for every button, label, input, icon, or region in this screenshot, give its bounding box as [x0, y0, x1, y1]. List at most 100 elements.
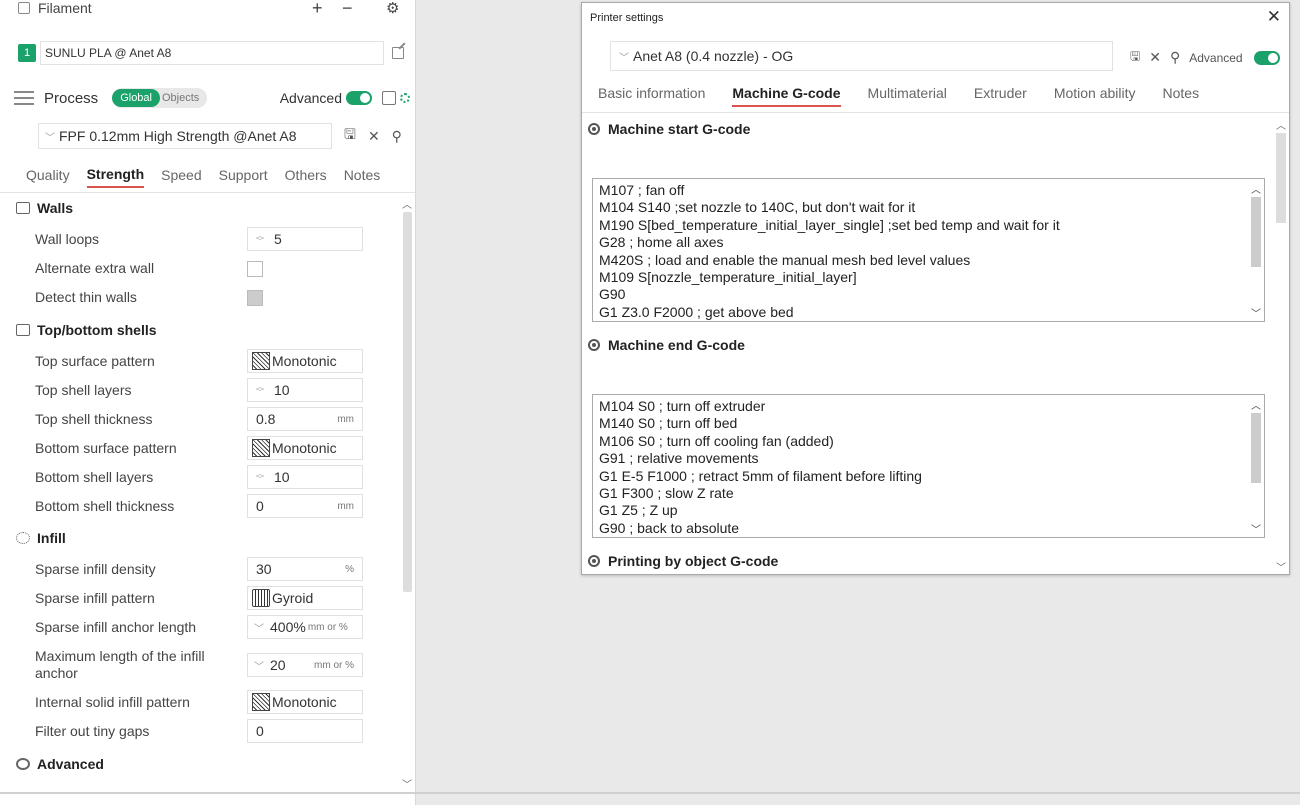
detect-thin-walls-checkbox[interactable]: [247, 290, 263, 306]
unit-label: %: [345, 563, 354, 575]
close-icon[interactable]: ✕: [368, 128, 380, 145]
filter-tiny-gaps-input[interactable]: 0: [247, 719, 363, 743]
top-shell-layers-input[interactable]: ︿ ﹀ 10: [247, 378, 363, 402]
chevron-down-icon[interactable]: ﹀: [254, 658, 264, 673]
process-preset-row: ﹀ FPF 0.12mm High Strength @Anet A8 🖫 ✕ …: [38, 123, 410, 149]
code-line: G1 Z5 ; Z up: [599, 502, 678, 519]
printer-preset-name: Anet A8 (0.4 nozzle) - OG: [633, 48, 794, 64]
unit-label: mm or %: [314, 659, 354, 671]
gear-icon: [16, 758, 30, 770]
bottom-surface-pattern-select[interactable]: Monotonic: [247, 436, 363, 460]
scroll-thumb[interactable]: [1251, 413, 1261, 483]
global-option[interactable]: Global: [112, 89, 160, 107]
remove-filament-button[interactable]: −: [342, 0, 353, 19]
tab-notes[interactable]: Notes: [1163, 85, 1200, 107]
scroll-thumb[interactable]: [1276, 133, 1286, 223]
objects-option[interactable]: Objects: [160, 89, 207, 107]
top-shell-thickness-label: Top shell thickness: [35, 411, 153, 427]
list-view-icon[interactable]: [382, 91, 396, 105]
code-line: G91 ; relative movements: [599, 450, 759, 467]
top-shell-thickness-input[interactable]: 0.8 mm: [247, 407, 363, 431]
scroll-down-icon[interactable]: ﹀: [1251, 521, 1261, 536]
tab-strength[interactable]: Strength: [86, 166, 145, 188]
start-gcode-editor[interactable]: M107 ; fan off M104 S140 ;set nozzle to …: [592, 178, 1265, 322]
process-tabs: Quality Strength Speed Support Others No…: [26, 166, 397, 188]
code-line: G90: [599, 286, 626, 303]
bottom-shell-thickness-value: 0: [256, 498, 264, 514]
tab-motion-ability[interactable]: Motion ability: [1054, 85, 1136, 107]
gear-icon[interactable]: ⚙: [386, 0, 399, 17]
max-infill-anchor-combo[interactable]: ﹀ 20 mm or %: [247, 653, 363, 677]
tab-machine-gcode[interactable]: Machine G-code: [732, 85, 841, 107]
spinner-icon[interactable]: ︿ ﹀: [254, 232, 266, 246]
scroll-down-icon[interactable]: ﹀: [402, 776, 412, 791]
search-icon[interactable]: ⚲: [392, 128, 402, 145]
editor-scrollbar[interactable]: ︿ ﹀: [1248, 179, 1264, 321]
scroll-up-icon[interactable]: ︿: [402, 196, 412, 211]
advanced-toggle[interactable]: [1253, 50, 1280, 65]
scroll-up-icon[interactable]: ︿: [1251, 181, 1261, 196]
section-advanced-title: Advanced: [37, 756, 104, 772]
printer-settings-dialog: Printer settings ✕ ﹀ Anet A8 (0.4 nozzle…: [581, 2, 1290, 575]
sparse-infill-density-input[interactable]: 30 %: [247, 557, 363, 581]
close-icon[interactable]: ✕: [1149, 49, 1161, 66]
code-line: G1 Z3.0 F2000 ; get above bed: [599, 303, 794, 320]
global-objects-switch[interactable]: Global Objects: [112, 88, 208, 108]
code-line: M106 S0 ; turn off cooling fan (added): [599, 432, 834, 449]
wall-loops-value: 5: [274, 231, 282, 247]
bottom-shell-thickness-input[interactable]: 0 mm: [247, 494, 363, 518]
chevron-down-icon: ﹀: [45, 132, 55, 144]
scroll-down-icon[interactable]: ﹀: [1251, 305, 1261, 320]
filter-tiny-gaps-value: 0: [256, 723, 264, 739]
scroll-thumb[interactable]: [1251, 197, 1261, 267]
search-icon[interactable]: ⚲: [1170, 49, 1180, 66]
process-preset-select[interactable]: ﹀ FPF 0.12mm High Strength @Anet A8: [38, 123, 332, 149]
start-gcode-lines: M107 ; fan off M104 S140 ;set nozzle to …: [599, 182, 1060, 321]
tab-basic-information[interactable]: Basic information: [598, 85, 705, 107]
dialog-scrollbar[interactable]: ︿ ﹀: [1273, 115, 1289, 575]
internal-solid-infill-pattern-select[interactable]: Monotonic: [247, 690, 363, 714]
tab-multimaterial[interactable]: Multimaterial: [868, 85, 947, 107]
sparse-infill-pattern-value: Gyroid: [272, 590, 314, 606]
compare-icon[interactable]: [400, 93, 410, 103]
tabs-divider: [582, 112, 1289, 113]
close-icon[interactable]: ✕: [1267, 7, 1281, 27]
spinner-icon[interactable]: ︿ ﹀: [254, 470, 266, 484]
printer-preset-select[interactable]: ﹀ Anet A8 (0.4 nozzle) - OG: [610, 41, 1113, 71]
sparse-infill-pattern-select[interactable]: Gyroid: [247, 586, 363, 610]
editor-scrollbar[interactable]: ︿ ﹀: [1248, 395, 1264, 537]
tab-extruder[interactable]: Extruder: [974, 85, 1027, 107]
section-advanced: Advanced: [16, 756, 104, 772]
wall-loops-input[interactable]: ︿ ﹀ 5: [247, 227, 363, 251]
scroll-up-icon[interactable]: ︿: [1251, 397, 1261, 412]
save-icon[interactable]: 🖫: [1130, 47, 1140, 68]
tab-support[interactable]: Support: [219, 167, 268, 187]
chevron-down-icon[interactable]: ﹀: [254, 620, 264, 635]
spool-icon: [18, 2, 30, 14]
top-surface-pattern-select[interactable]: Monotonic: [247, 349, 363, 373]
sparse-infill-anchor-combo[interactable]: ﹀ 400% mm or %: [247, 615, 363, 639]
add-filament-button[interactable]: +: [312, 0, 323, 19]
filament-select[interactable]: SUNLU PLA @ Anet A8: [40, 41, 384, 65]
scroll-up-icon[interactable]: ︿: [1276, 117, 1286, 132]
alternate-extra-wall-checkbox[interactable]: [247, 261, 263, 277]
save-icon[interactable]: 🖫: [344, 124, 356, 148]
sparse-infill-density-label: Sparse infill density: [35, 561, 156, 577]
tab-speed[interactable]: Speed: [161, 167, 201, 187]
end-gcode-editor[interactable]: M104 S0 ; turn off extruder M140 S0 ; tu…: [592, 394, 1265, 538]
code-line: M104 S140 ;set nozzle to 140C, but don't…: [599, 199, 916, 216]
sidebar-scrollbar[interactable]: ︿ ﹀: [400, 194, 415, 794]
wall-loops-label: Wall loops: [35, 231, 100, 247]
bottom-shell-layers-label: Bottom shell layers: [35, 469, 154, 485]
tab-quality[interactable]: Quality: [26, 167, 70, 187]
scroll-down-icon[interactable]: ﹀: [1276, 559, 1286, 574]
tab-others[interactable]: Others: [285, 167, 327, 187]
spinner-icon[interactable]: ︿ ﹀: [254, 383, 266, 397]
bottom-shell-layers-input[interactable]: ︿ ﹀ 10: [247, 465, 363, 489]
tab-notes[interactable]: Notes: [344, 167, 381, 187]
advanced-toggle[interactable]: [346, 91, 372, 105]
bottom-surface-pattern-label: Bottom surface pattern: [35, 440, 177, 456]
section-top-bottom-title: Top/bottom shells: [37, 322, 157, 338]
scroll-thumb[interactable]: [403, 212, 412, 592]
edit-icon[interactable]: [392, 47, 404, 59]
